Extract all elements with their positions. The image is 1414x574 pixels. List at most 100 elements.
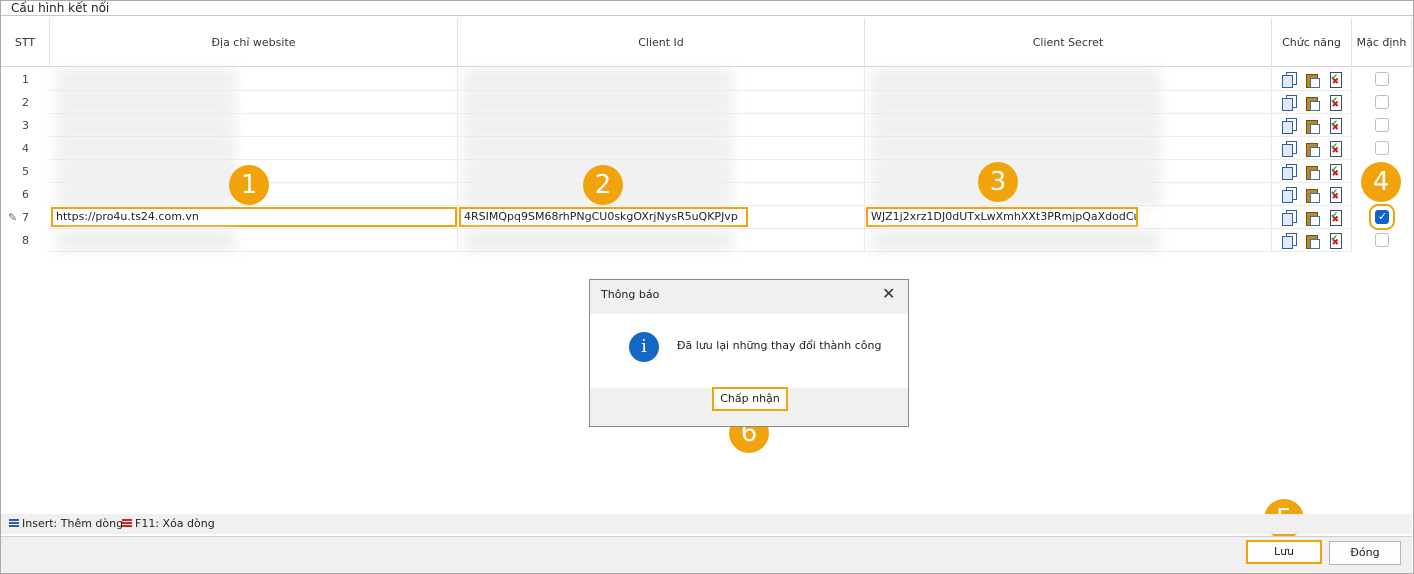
dialog-title: Thông báo	[601, 288, 660, 301]
clear-icon[interactable]: ✖	[1328, 186, 1342, 203]
blurred-value	[56, 229, 236, 252]
blurred-value	[56, 183, 236, 206]
paste-icon[interactable]	[1305, 95, 1320, 111]
default-checkbox[interactable]	[1375, 233, 1389, 247]
dialog-message: Đã lưu lại những thay đổi thành công	[677, 339, 882, 352]
blurred-value	[871, 91, 1161, 114]
row-functions: ✖	[1272, 137, 1352, 160]
ok-button[interactable]: Chấp nhận	[712, 387, 788, 411]
clear-icon[interactable]: ✖	[1328, 163, 1342, 180]
header-website[interactable]: Địa chỉ website	[50, 18, 458, 67]
row-number: 6	[22, 188, 29, 201]
paste-icon[interactable]	[1305, 210, 1320, 226]
clear-icon[interactable]: ✖	[1328, 71, 1342, 88]
row-number: 3	[22, 119, 29, 132]
blurred-value	[56, 91, 236, 114]
header-functions[interactable]: Chức năng	[1272, 18, 1352, 67]
copy-icon[interactable]	[1281, 117, 1297, 134]
callout-3: 3	[978, 162, 1018, 202]
blurred-value	[463, 229, 733, 252]
window-title: Cấu hình kết nối	[11, 1, 110, 15]
blurred-value	[56, 68, 236, 91]
row-functions: ✖	[1272, 114, 1352, 137]
insert-hint: Insert: Thêm dòng	[5, 517, 123, 530]
default-checkbox[interactable]	[1375, 118, 1389, 132]
row-functions: ✖	[1272, 206, 1352, 229]
client-secret-input[interactable]: WJZ1j2xrz1DJ0dUTxLwXmhXXt3PRmjpQaXdodCur	[866, 207, 1138, 227]
paste-icon[interactable]	[1305, 72, 1320, 88]
copy-icon[interactable]	[1281, 163, 1297, 180]
copy-icon[interactable]	[1281, 209, 1297, 226]
row-functions: ✖	[1272, 160, 1352, 183]
callout-4: 4	[1361, 162, 1401, 202]
title-divider	[1, 15, 1413, 16]
paste-icon[interactable]	[1305, 164, 1320, 180]
header-default[interactable]: Mặc định	[1352, 18, 1412, 67]
row-number: 2	[22, 96, 29, 109]
row-number: 8	[22, 234, 29, 247]
row-functions: ✖	[1272, 229, 1352, 252]
default-checkbox[interactable]	[1375, 95, 1389, 109]
delete-hint: F11: Xóa dòng	[118, 517, 215, 530]
table-row[interactable]: 4 ✖	[1, 137, 1412, 160]
website-input[interactable]: https://pro4u.ts24.com.vn	[51, 207, 457, 227]
blurred-value	[871, 68, 1161, 91]
row-functions: ✖	[1272, 183, 1352, 206]
copy-icon[interactable]	[1281, 140, 1297, 157]
save-button[interactable]: Lưu	[1246, 540, 1322, 564]
paste-icon[interactable]	[1305, 118, 1320, 134]
clear-icon[interactable]: ✖	[1328, 140, 1342, 157]
blurred-value	[463, 114, 733, 137]
copy-icon[interactable]	[1281, 71, 1297, 88]
clear-icon[interactable]: ✖	[1328, 232, 1342, 249]
default-checkbox[interactable]	[1369, 204, 1395, 230]
table-row[interactable]: 1 ✖	[1, 68, 1412, 91]
status-bar: Insert: Thêm dòng F11: Xóa dòng	[1, 514, 1412, 534]
header-client-secret[interactable]: Client Secret	[865, 18, 1272, 67]
callout-2: 2	[583, 165, 623, 205]
row-number: 1	[22, 73, 29, 86]
blurred-value	[463, 91, 733, 114]
blurred-value	[56, 160, 236, 183]
close-button[interactable]: Đóng	[1329, 541, 1401, 565]
delete-row-icon	[118, 518, 132, 528]
clear-icon[interactable]: ✖	[1328, 117, 1342, 134]
clear-icon[interactable]: ✖	[1328, 209, 1342, 226]
default-checkbox[interactable]	[1375, 141, 1389, 155]
dialog-body: i Đã lưu lại những thay đổi thành công	[590, 314, 908, 388]
paste-icon[interactable]	[1305, 187, 1320, 203]
table-row[interactable]: 2 ✖	[1, 91, 1412, 114]
row-functions: ✖	[1272, 68, 1352, 91]
paste-icon[interactable]	[1305, 141, 1320, 157]
table-row[interactable]: 6 ✖	[1, 183, 1412, 206]
blurred-value	[463, 137, 733, 160]
copy-icon[interactable]	[1281, 186, 1297, 203]
blurred-value	[871, 114, 1161, 137]
table-row[interactable]: 7 ✎ https://pro4u.ts24.com.vn 4RSIMQpq9SM68…	[1, 204, 1412, 230]
paste-icon[interactable]	[1305, 233, 1320, 249]
table-row[interactable]: 5 ✖	[1, 160, 1412, 183]
copy-icon[interactable]	[1281, 94, 1297, 111]
header-client-id[interactable]: Client Id	[458, 18, 865, 67]
table-row[interactable]: 8 ✖	[1, 229, 1412, 252]
edit-pencil-icon: ✎	[8, 211, 18, 224]
blurred-value	[871, 229, 1161, 252]
insert-row-icon	[5, 518, 19, 528]
blurred-value	[56, 114, 236, 137]
client-id-input[interactable]: 4RSIMQpq9SM68rhPNgCU0skgOXrjNysR5uQKPJvp	[459, 207, 748, 227]
default-checkbox[interactable]	[1375, 72, 1389, 86]
blurred-value	[463, 68, 733, 91]
header-stt[interactable]: STT	[1, 18, 50, 67]
row-number: 4	[22, 142, 29, 155]
copy-icon[interactable]	[1281, 232, 1297, 249]
close-icon[interactable]: ✕	[882, 284, 895, 303]
clear-icon[interactable]: ✖	[1328, 94, 1342, 111]
delete-hint-label: F11: Xóa dòng	[135, 517, 215, 530]
blurred-value	[871, 137, 1161, 160]
blurred-value	[56, 137, 236, 160]
callout-1: 1	[229, 165, 269, 205]
footer-bar: Lưu Đóng	[1, 536, 1412, 573]
row-number: 5	[22, 165, 29, 178]
table-row[interactable]: 3 ✖	[1, 114, 1412, 137]
insert-hint-label: Insert: Thêm dòng	[22, 517, 124, 530]
